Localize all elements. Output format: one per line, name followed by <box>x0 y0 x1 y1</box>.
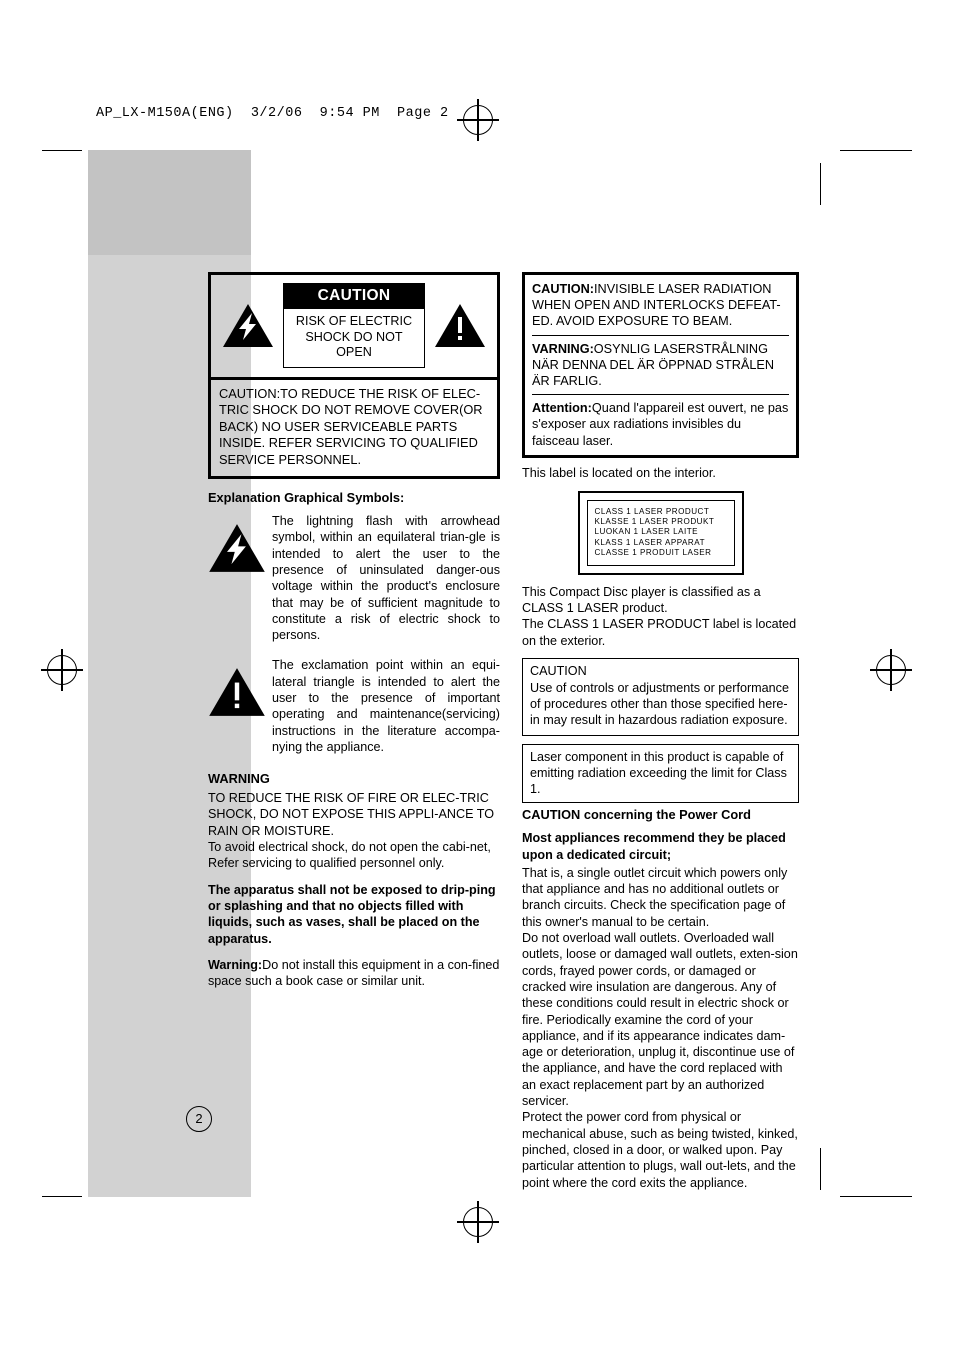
crop-mark-tr-v <box>820 163 822 205</box>
class1-caption-2: The CLASS 1 LASER PRODUCT label is locat… <box>522 617 797 648</box>
class1-line: CLASS 1 LASER PRODUCT <box>594 507 710 517</box>
power-cord-para-3: Protect the power cord from physical or … <box>522 1110 798 1190</box>
exclamation-symbol-icon-wrap <box>208 657 272 755</box>
registration-mark-right <box>870 649 912 691</box>
lightning-bolt-triangle-icon <box>222 303 274 348</box>
label-location-caption: This label is located on the interior. <box>522 465 716 480</box>
power-cord-para-2: Do not overload wall outlets. Overloaded… <box>522 931 798 1109</box>
exclamation-symbol-row: The exclamation point within an equi-lat… <box>208 657 500 755</box>
laser-radiation-box: CAUTION:INVISIBLE LASER RADIATION WHEN O… <box>522 272 799 458</box>
crop-mark-tl-h <box>42 150 82 152</box>
laser-attention-paragraph: Attention:Quand l'appareil est ouvert, n… <box>532 400 789 449</box>
laser-caution-paragraph: CAUTION:INVISIBLE LASER RADIATION WHEN O… <box>532 281 789 330</box>
laser-varning-paragraph: VARNING:OSYNLIG LASERSTRÅLNING NÄR DENNA… <box>532 341 789 390</box>
lightning-bolt-triangle-icon <box>208 524 266 577</box>
power-cord-para-1: That is, a single outlet circuit which p… <box>522 865 788 929</box>
caution-controls-text: Use of controls or adjustments or perfor… <box>530 681 789 728</box>
crop-mark-br-h <box>840 1196 912 1198</box>
laser-varning-label: VARNING: <box>532 341 594 356</box>
warning-install-label: Warning: <box>208 957 263 972</box>
exclamation-triangle-icon <box>208 668 266 721</box>
warning-text: TO REDUCE THE RISK OF FIRE OR ELEC-TRIC … <box>208 791 495 838</box>
caution-box-body: CAUTION:TO REDUCE THE RISK OF ELEC-TRIC … <box>219 386 483 467</box>
crop-mark-tr-h <box>840 150 912 152</box>
caution-controls-heading: CAUTION <box>530 663 587 678</box>
class1-label-inner: CLASS 1 LASER PRODUCT KLASSE 1 LASER PRO… <box>586 500 735 567</box>
class1-line: KLASSE 1 LASER PRODUKT <box>594 517 715 527</box>
registration-mark-left <box>41 649 83 691</box>
exclamation-triangle-icon <box>434 303 486 348</box>
appliances-heading: Most appliances recommend they be placed… <box>522 831 786 862</box>
exclamation-symbol-text: The exclamation point within an equi-lat… <box>272 658 500 754</box>
left-column: CAUTION RISK OF ELECTRIC SHOCK DO NOT OP… <box>208 272 500 989</box>
registration-mark-top <box>457 99 499 141</box>
crop-mark-bl-h <box>42 1196 82 1198</box>
caution-subtitle: RISK OF ELECTRIC SHOCK DO NOT OPEN <box>295 314 413 359</box>
caution-box-top: CAUTION RISK OF ELECTRIC SHOCK DO NOT OP… <box>211 275 497 377</box>
class1-label: CLASS 1 LASER PRODUCT KLASSE 1 LASER PRO… <box>577 491 744 576</box>
warning-text-2: To avoid electrical shock, do not open t… <box>208 840 491 871</box>
crop-mark-br-v <box>820 1148 822 1190</box>
caution-center-panel: CAUTION RISK OF ELECTRIC SHOCK DO NOT OP… <box>283 283 425 368</box>
class1-line: CLASSE 1 PRODUIT LASER <box>594 547 712 557</box>
power-cord-heading: CAUTION concerning the Power Cord <box>522 807 751 823</box>
lightning-symbol-text: The lightning flash with arrowhead symbo… <box>272 514 500 643</box>
gray-side-band-top <box>88 150 251 255</box>
print-header: AP_LX-M150A(ENG) 3/2/06 9:54 PM Page 2 <box>96 106 449 121</box>
lightning-symbol-row: The lightning flash with arrowhead symbo… <box>208 513 500 643</box>
warning-install-paragraph: Warning:Do not install this equipment in… <box>208 957 500 990</box>
caution-controls-box: CAUTION Use of controls or adjustments o… <box>522 657 799 736</box>
laser-box-divider-1 <box>532 334 789 336</box>
symbols-heading: Explanation Graphical Symbols: <box>208 490 405 506</box>
laser-caution-label: CAUTION: <box>532 282 595 296</box>
caution-warning-box: CAUTION RISK OF ELECTRIC SHOCK DO NOT OP… <box>208 272 500 480</box>
class1-line: LUOKAN 1 LASER LAITE <box>594 527 699 537</box>
lightning-symbol-icon-wrap <box>208 513 272 643</box>
page-number: 2 <box>186 1106 212 1132</box>
lightning-symbol-cell <box>220 283 276 368</box>
caution-title: CAUTION <box>284 284 424 309</box>
warning-heading: WARNING <box>208 771 270 787</box>
class1-caption-1: This Compact Disc player is classified a… <box>522 585 761 616</box>
apparatus-text: The apparatus shall not be exposed to dr… <box>208 882 496 946</box>
registration-mark-bottom <box>457 1201 499 1243</box>
right-column: CAUTION:INVISIBLE LASER RADIATION WHEN O… <box>522 272 799 1191</box>
laser-component-text: Laser component in this product is capab… <box>530 749 787 797</box>
laser-attention-label: Attention: <box>532 401 592 416</box>
laser-component-box: Laser component in this product is capab… <box>522 743 799 804</box>
exclamation-symbol-cell <box>432 283 488 368</box>
laser-box-divider-2 <box>532 394 789 396</box>
class1-line: KLASS 1 LASER APPARAT <box>594 537 706 547</box>
